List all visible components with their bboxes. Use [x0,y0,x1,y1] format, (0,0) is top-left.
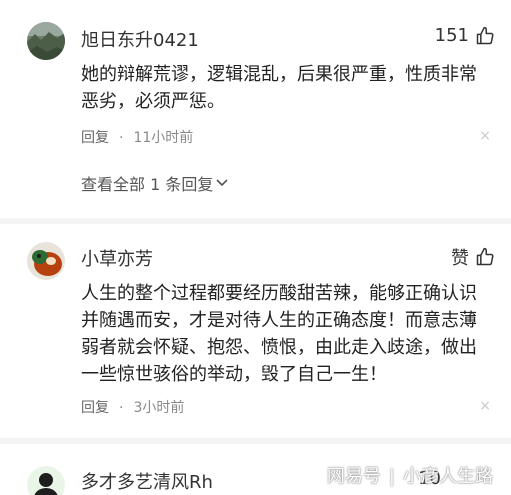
username[interactable]: 旭日东升0421 [81,26,199,52]
comment-meta: 回复 · 3小时前 [81,397,184,417]
like-button[interactable]: 赞 [451,244,495,270]
like-button[interactable]: 151 [435,25,495,46]
comment-text: 人生的整个过程都要经历酸甜苦辣，能够正确认识并随遇而安，才是对待人生的正确态度！… [81,283,477,385]
reply-button[interactable]: 回复 [81,130,109,146]
like-label: 赞 [451,248,469,269]
chevron-down-icon [215,174,229,193]
meta-separator: · [119,130,124,146]
comment-2: 小草亦芳 赞 人生的整个过程都要经历酸甜苦辣，能够正确认识并随遇而安，才是对待人… [0,224,511,424]
view-all-replies-label: 查看全部 1 条回复 [81,175,214,194]
username[interactable]: 多才多艺清风Rh [81,468,213,494]
view-all-replies-button[interactable]: 查看全部 1 条回复 [81,171,229,195]
username[interactable]: 小草亦芳 [81,245,153,271]
avatar[interactable] [27,22,65,60]
thumbs-up-icon [475,26,495,46]
timestamp: 11小时前 [133,130,194,146]
avatar[interactable] [27,242,65,280]
comment-1: 旭日东升0421 151 她的辩解荒谬，逻辑混乱，后果很严重，性质非常恶劣，必须… [0,0,511,210]
timestamp: 3小时前 [133,400,185,416]
like-count: 151 [434,25,469,46]
thumbs-up-icon [475,247,495,267]
comment-meta: 回复 · 11小时前 [81,127,193,147]
comment-text: 她的辩解荒谬，逻辑混乱，后果很严重，性质非常恶劣，必须严惩。 [81,64,477,112]
watermark-account: 小彦人生路 [403,466,493,487]
close-icon[interactable]: × [479,398,491,414]
meta-separator: · [119,400,124,416]
reply-button[interactable]: 回复 [81,400,109,416]
avatar[interactable] [27,466,65,495]
close-icon[interactable]: × [479,128,491,144]
watermark: 网易号 | 小彦人生路 [327,462,493,488]
watermark-brand: 网易号 [326,466,381,487]
watermark-separator: | [388,466,395,487]
